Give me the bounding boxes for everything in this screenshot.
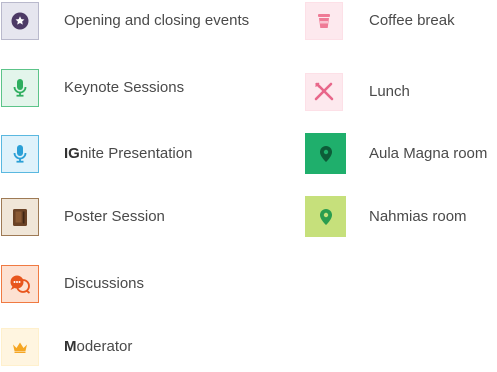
lunch-swatch xyxy=(305,73,343,111)
coffee-swatch xyxy=(305,2,343,40)
coffee-cup-icon xyxy=(318,13,330,29)
microphone-icon xyxy=(13,79,27,97)
discussions-swatch xyxy=(1,265,39,303)
moderator-swatch xyxy=(1,328,39,366)
ignite-label: IGnite Presentation xyxy=(64,135,192,173)
moderator-label-bold: M xyxy=(64,338,77,355)
coffee-label: Coffee break xyxy=(369,12,455,29)
opening-label: Opening and closing events xyxy=(64,12,250,29)
crown-icon xyxy=(12,341,28,353)
poster-swatch xyxy=(1,198,39,236)
discussion-icon xyxy=(9,274,31,294)
aula-swatch xyxy=(305,133,346,174)
keynote-label: Keynote Sessions xyxy=(64,79,185,96)
moderator-label-rest: oderator xyxy=(76,338,133,355)
aula-label: Aula Magna room xyxy=(369,145,488,162)
ignite-label-rest: nite Presentation xyxy=(79,145,193,162)
poster-icon xyxy=(13,208,27,226)
location-pin-icon xyxy=(319,208,332,225)
location-pin-icon xyxy=(319,145,332,162)
utensils-icon xyxy=(314,82,334,102)
nahmias-swatch xyxy=(305,196,346,237)
ignite-label-bold: IG xyxy=(64,145,80,162)
moderator-label: Moderator xyxy=(64,328,132,366)
star-icon xyxy=(11,12,29,30)
poster-label: Poster Session xyxy=(64,208,165,225)
opening-swatch xyxy=(1,2,39,40)
lunch-label: Lunch xyxy=(369,83,410,100)
keynote-swatch xyxy=(1,69,39,107)
ignite-swatch xyxy=(1,135,39,173)
discussions-label: Discussions xyxy=(64,275,145,292)
nahmias-label: Nahmias room xyxy=(369,208,467,225)
microphone-icon xyxy=(13,145,27,163)
